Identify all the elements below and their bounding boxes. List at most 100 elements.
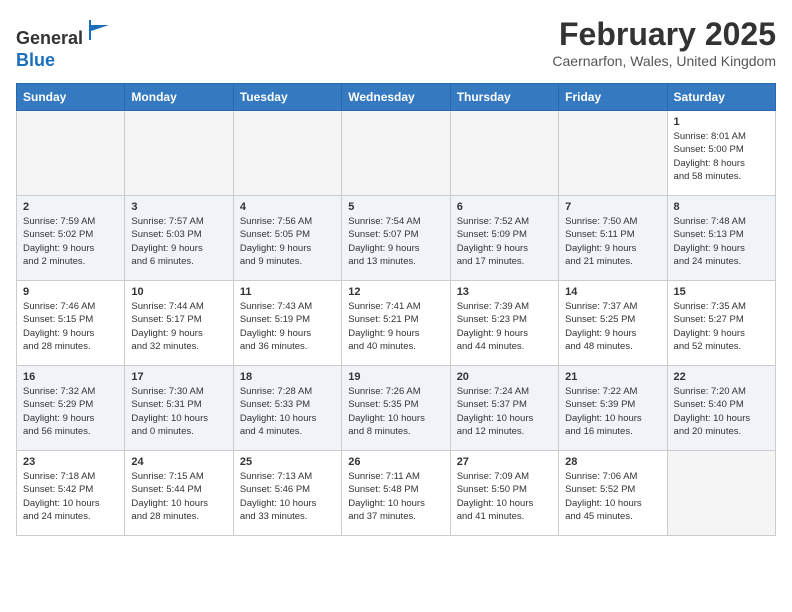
calendar-cell bbox=[342, 111, 450, 196]
day-number: 25 bbox=[240, 456, 335, 468]
day-detail: Sunrise: 7:43 AM Sunset: 5:19 PM Dayligh… bbox=[240, 300, 335, 353]
day-number: 15 bbox=[674, 286, 769, 298]
calendar-cell: 22 Sunrise: 7:20 AM Sunset: 5:40 PM Dayli… bbox=[667, 366, 775, 451]
day-detail: Sunrise: 7:50 AM Sunset: 5:11 PM Dayligh… bbox=[565, 215, 660, 268]
day-detail: Sunrise: 7:24 AM Sunset: 5:37 PM Dayligh… bbox=[457, 385, 552, 438]
calendar-cell bbox=[17, 111, 125, 196]
day-number: 21 bbox=[565, 371, 660, 383]
calendar-cell: 23 Sunrise: 7:18 AM Sunset: 5:42 PM Dayli… bbox=[17, 451, 125, 536]
day-number: 1 bbox=[674, 116, 769, 128]
calendar-cell: 28Sunrise: 7:06 AM Sunset: 5:52 PM Dayli… bbox=[559, 451, 667, 536]
calendar-cell: 7 Sunrise: 7:50 AM Sunset: 5:11 PM Daylig… bbox=[559, 196, 667, 281]
day-number: 2 bbox=[23, 201, 118, 213]
day-number: 23 bbox=[23, 456, 118, 468]
calendar-cell: 25 Sunrise: 7:13 AM Sunset: 5:46 PM Dayli… bbox=[233, 451, 341, 536]
day-detail: Sunrise: 7:37 AM Sunset: 5:25 PM Dayligh… bbox=[565, 300, 660, 353]
day-number: 13 bbox=[457, 286, 552, 298]
logo-blue: Blue bbox=[16, 50, 55, 70]
month-year: February 2025 bbox=[552, 16, 776, 53]
day-number: 3 bbox=[131, 201, 226, 213]
logo-general: General bbox=[16, 28, 83, 48]
day-number: 11 bbox=[240, 286, 335, 298]
calendar-cell: 10 Sunrise: 7:44 AM Sunset: 5:17 PM Dayli… bbox=[125, 281, 233, 366]
calendar-cell: 9 Sunrise: 7:46 AM Sunset: 5:15 PM Daylig… bbox=[17, 281, 125, 366]
calendar-cell: 5 Sunrise: 7:54 AM Sunset: 5:07 PM Daylig… bbox=[342, 196, 450, 281]
calendar-cell: 24Sunrise: 7:15 AM Sunset: 5:44 PM Dayli… bbox=[125, 451, 233, 536]
day-detail: Sunrise: 7:06 AM Sunset: 5:52 PM Dayligh… bbox=[565, 470, 660, 523]
day-number: 5 bbox=[348, 201, 443, 213]
calendar-week-row: 23 Sunrise: 7:18 AM Sunset: 5:42 PM Dayli… bbox=[17, 451, 776, 536]
calendar-cell bbox=[233, 111, 341, 196]
day-detail: Sunrise: 7:28 AM Sunset: 5:33 PM Dayligh… bbox=[240, 385, 335, 438]
day-detail: Sunrise: 7:32 AM Sunset: 5:29 PM Dayligh… bbox=[23, 385, 118, 438]
day-detail: Sunrise: 7:13 AM Sunset: 5:46 PM Dayligh… bbox=[240, 470, 335, 523]
calendar-cell bbox=[559, 111, 667, 196]
day-detail: Sunrise: 7:11 AM Sunset: 5:48 PM Dayligh… bbox=[348, 470, 443, 523]
day-detail: Sunrise: 7:20 AM Sunset: 5:40 PM Dayligh… bbox=[674, 385, 769, 438]
calendar-cell: 26Sunrise: 7:11 AM Sunset: 5:48 PM Dayli… bbox=[342, 451, 450, 536]
day-detail: Sunrise: 7:26 AM Sunset: 5:35 PM Dayligh… bbox=[348, 385, 443, 438]
day-of-week-header: Tuesday bbox=[233, 84, 341, 111]
calendar-cell bbox=[450, 111, 558, 196]
day-of-week-header: Sunday bbox=[17, 84, 125, 111]
day-detail: Sunrise: 7:09 AM Sunset: 5:50 PM Dayligh… bbox=[457, 470, 552, 523]
day-detail: Sunrise: 7:22 AM Sunset: 5:39 PM Dayligh… bbox=[565, 385, 660, 438]
day-detail: Sunrise: 7:30 AM Sunset: 5:31 PM Dayligh… bbox=[131, 385, 226, 438]
calendar-cell bbox=[667, 451, 775, 536]
calendar-cell: 8 Sunrise: 7:48 AM Sunset: 5:13 PM Daylig… bbox=[667, 196, 775, 281]
day-of-week-header: Monday bbox=[125, 84, 233, 111]
day-detail: Sunrise: 7:56 AM Sunset: 5:05 PM Dayligh… bbox=[240, 215, 335, 268]
day-number: 18 bbox=[240, 371, 335, 383]
calendar-cell: 20 Sunrise: 7:24 AM Sunset: 5:37 PM Dayli… bbox=[450, 366, 558, 451]
day-number: 19 bbox=[348, 371, 443, 383]
logo: General Blue bbox=[16, 16, 113, 71]
day-of-week-header: Thursday bbox=[450, 84, 558, 111]
day-detail: Sunrise: 7:46 AM Sunset: 5:15 PM Dayligh… bbox=[23, 300, 118, 353]
day-of-week-header: Wednesday bbox=[342, 84, 450, 111]
location: Caernarfon, Wales, United Kingdom bbox=[552, 53, 776, 69]
day-detail: Sunrise: 7:57 AM Sunset: 5:03 PM Dayligh… bbox=[131, 215, 226, 268]
day-number: 7 bbox=[565, 201, 660, 213]
logo-flag-icon bbox=[85, 16, 113, 44]
calendar-week-row: 1 Sunrise: 8:01 AM Sunset: 5:00 PM Daylig… bbox=[17, 111, 776, 196]
day-number: 9 bbox=[23, 286, 118, 298]
day-detail: Sunrise: 7:41 AM Sunset: 5:21 PM Dayligh… bbox=[348, 300, 443, 353]
day-number: 14 bbox=[565, 286, 660, 298]
calendar-cell: 17 Sunrise: 7:30 AM Sunset: 5:31 PM Dayli… bbox=[125, 366, 233, 451]
calendar-cell: 13 Sunrise: 7:39 AM Sunset: 5:23 PM Dayli… bbox=[450, 281, 558, 366]
calendar-cell: 3 Sunrise: 7:57 AM Sunset: 5:03 PM Daylig… bbox=[125, 196, 233, 281]
title-block: February 2025 Caernarfon, Wales, United … bbox=[552, 16, 776, 69]
day-number: 10 bbox=[131, 286, 226, 298]
calendar-cell: 15 Sunrise: 7:35 AM Sunset: 5:27 PM Dayli… bbox=[667, 281, 775, 366]
calendar-cell: 11 Sunrise: 7:43 AM Sunset: 5:19 PM Dayli… bbox=[233, 281, 341, 366]
day-detail: Sunrise: 7:39 AM Sunset: 5:23 PM Dayligh… bbox=[457, 300, 552, 353]
day-number: 16 bbox=[23, 371, 118, 383]
day-detail: Sunrise: 7:44 AM Sunset: 5:17 PM Dayligh… bbox=[131, 300, 226, 353]
day-number: 27 bbox=[457, 456, 552, 468]
day-number: 12 bbox=[348, 286, 443, 298]
calendar-cell: 27 Sunrise: 7:09 AM Sunset: 5:50 PM Dayli… bbox=[450, 451, 558, 536]
calendar-cell bbox=[125, 111, 233, 196]
day-number: 8 bbox=[674, 201, 769, 213]
day-number: 22 bbox=[674, 371, 769, 383]
day-detail: Sunrise: 7:35 AM Sunset: 5:27 PM Dayligh… bbox=[674, 300, 769, 353]
calendar-cell: 18 Sunrise: 7:28 AM Sunset: 5:33 PM Dayli… bbox=[233, 366, 341, 451]
day-number: 20 bbox=[457, 371, 552, 383]
calendar-cell: 1 Sunrise: 8:01 AM Sunset: 5:00 PM Daylig… bbox=[667, 111, 775, 196]
calendar-table: SundayMondayTuesdayWednesdayThursdayFrid… bbox=[16, 83, 776, 536]
calendar-week-row: 9 Sunrise: 7:46 AM Sunset: 5:15 PM Daylig… bbox=[17, 281, 776, 366]
day-detail: Sunrise: 7:54 AM Sunset: 5:07 PM Dayligh… bbox=[348, 215, 443, 268]
day-detail: Sunrise: 7:18 AM Sunset: 5:42 PM Dayligh… bbox=[23, 470, 118, 523]
day-detail: Sunrise: 8:01 AM Sunset: 5:00 PM Dayligh… bbox=[674, 130, 769, 183]
day-detail: Sunrise: 7:48 AM Sunset: 5:13 PM Dayligh… bbox=[674, 215, 769, 268]
calendar-cell: 12 Sunrise: 7:41 AM Sunset: 5:21 PM Dayli… bbox=[342, 281, 450, 366]
day-number: 17 bbox=[131, 371, 226, 383]
calendar-cell: 14 Sunrise: 7:37 AM Sunset: 5:25 PM Dayli… bbox=[559, 281, 667, 366]
page-header: General Blue February 2025 Caernarfon, W… bbox=[16, 16, 776, 71]
calendar-header-row: SundayMondayTuesdayWednesdayThursdayFrid… bbox=[17, 84, 776, 111]
calendar-week-row: 16 Sunrise: 7:32 AM Sunset: 5:29 PM Dayli… bbox=[17, 366, 776, 451]
day-detail: Sunrise: 7:59 AM Sunset: 5:02 PM Dayligh… bbox=[23, 215, 118, 268]
calendar-cell: 2 Sunrise: 7:59 AM Sunset: 5:02 PM Daylig… bbox=[17, 196, 125, 281]
day-of-week-header: Saturday bbox=[667, 84, 775, 111]
calendar-cell: 16 Sunrise: 7:32 AM Sunset: 5:29 PM Dayli… bbox=[17, 366, 125, 451]
